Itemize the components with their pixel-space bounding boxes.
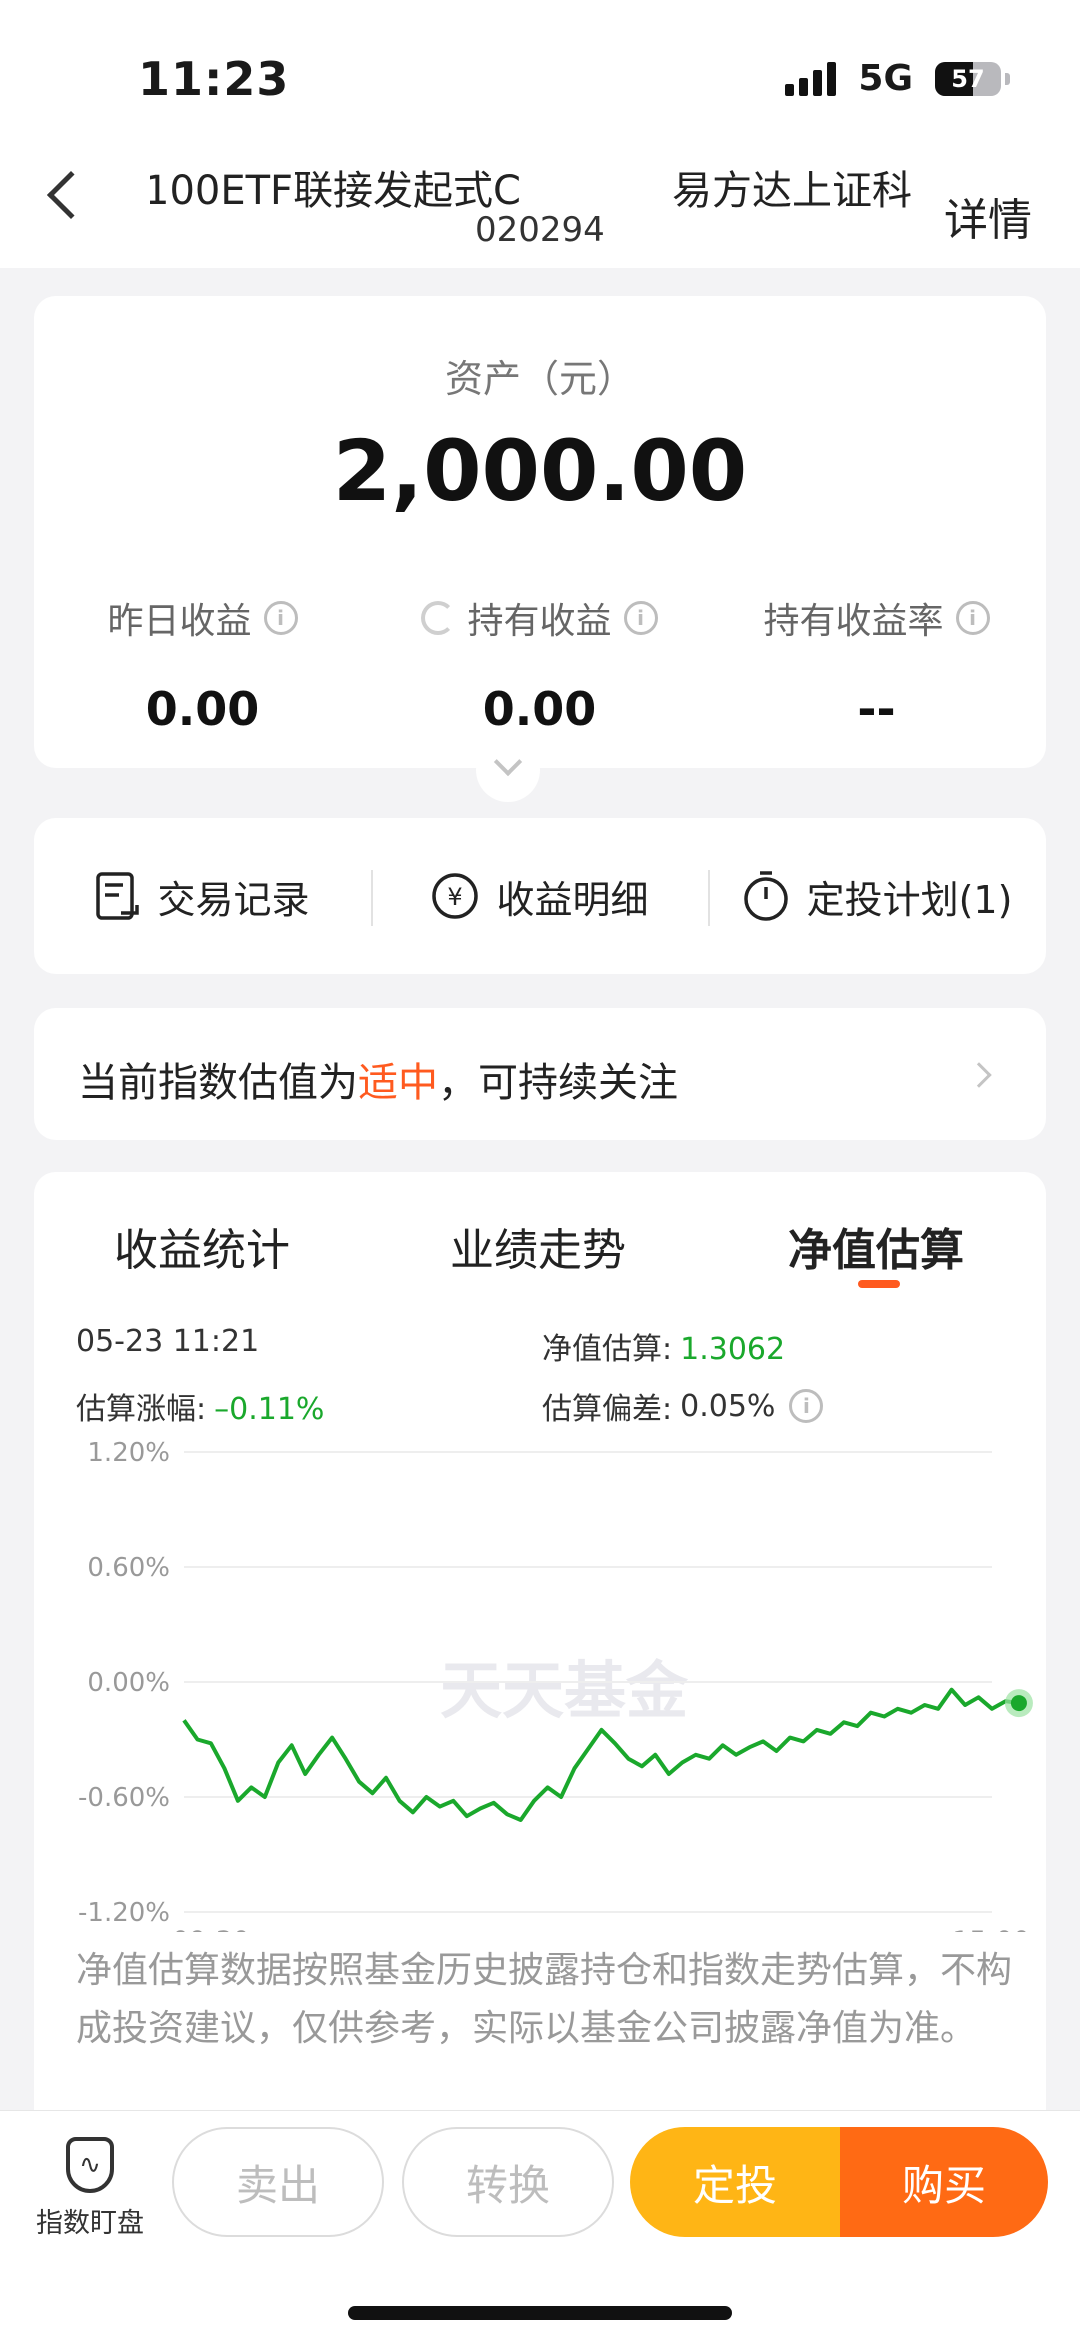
stopwatch-icon [743,871,788,921]
trade-records-button[interactable]: 交易记录 [34,818,371,974]
document-icon [96,872,140,920]
notice-highlight: 适中 [358,1060,438,1106]
intraday-chart: 天天基金 1.20% 0.60% 0.00% -0.60% -1.20%09:30 15:… [78,1438,1033,1932]
notice-suffix: ，可持续关注 [438,1060,678,1106]
metric-holding-rate-value: -- [857,682,896,736]
index-watch-button[interactable]: ∿ 指数盯盘 [30,2137,150,2240]
y-tick-label: -0.60% [78,1783,170,1813]
asset-label: 资产（元） [444,357,635,401]
yen-circle-icon: ¥ [432,873,479,919]
asset-value: 2,000.00 [332,422,748,520]
top-bar: 11:23 5G 57 100ETF联接发起式C 易方达上证科 020294 详… [0,0,1080,268]
valuation-notice[interactable]: 当前指数估值为适中，可持续关注 [34,1008,1046,1140]
metric-yesterday: 昨日收益 i 0.00 [34,592,371,736]
notice-prefix: 当前指数估值为 [78,1060,358,1106]
network-label: 5G [858,58,913,99]
chart-card: 收益统计 业绩走势 净值估算 05-23 11:21 净值估算: 1.3062 估… [34,1172,1046,2132]
current-point [1010,1695,1027,1712]
chevron-right-icon [966,1062,992,1088]
index-watch-label: 指数盯盘 [36,2208,144,2239]
home-indicator [348,2306,732,2320]
signal-icon [785,61,837,96]
trade-records-label: 交易记录 [157,877,310,922]
metric-holding-rate-label: 持有收益率 [763,601,944,642]
fund-code: 020294 [475,210,605,250]
auto-invest-button[interactable]: 定投 [630,2127,840,2237]
y-tick-label: 0.00% [87,1668,170,1698]
battery-icon: 57 [935,61,1001,96]
metric-holding-rate: 持有收益率 i -- [708,592,1045,736]
fund-title-primary: 100ETF联接发起式C [150,168,521,214]
detail-button[interactable]: 详情 [944,184,1032,248]
metric-yesterday-label: 昨日收益 [107,601,252,642]
convert-button[interactable]: 转换 [402,2127,614,2237]
info-icon[interactable]: i [955,601,990,635]
buy-button[interactable]: 购买 [840,2127,1048,2237]
income-detail-label: 收益明细 [496,877,649,922]
back-chevron-icon[interactable] [46,170,96,220]
y-tick-label: 0.60% [87,1553,170,1583]
action-row: 交易记录 ¥ 收益明细 定投计划(1) [34,818,1046,974]
income-detail-button[interactable]: ¥ 收益明细 [371,818,708,974]
info-icon[interactable]: i [263,601,298,635]
fund-title-marquee: 100ETF联接发起式C 易方达上证科 020294 [150,150,930,260]
refresh-icon[interactable] [421,601,456,635]
auto-invest-plan-label: 定投计划(1) [806,877,1013,922]
metric-holding-value: 0.00 [482,682,597,736]
y-tick-label: -1.20% [78,1898,170,1928]
notice-text: 当前指数估值为适中，可持续关注 [78,1050,678,1108]
x-tick-label: 15:00 [952,1926,1030,1932]
disclaimer-text: 净值估算数据按照基金历史披露持仓和指数走势估算，不构成投资建议，仅供参考，实际以… [76,1950,1013,2049]
expand-chevron-icon[interactable] [476,738,540,802]
sell-button[interactable]: 卖出 [172,2127,384,2237]
fund-title-secondary: 易方达上证科 [672,168,912,214]
status-icons: 5G 57 [785,58,1010,99]
y-tick-label: 1.20% [87,1438,170,1468]
shield-pulse-icon: ∿ [66,2137,114,2193]
primary-buttons: 定投 购买 [630,2127,1048,2237]
metric-holding-label: 持有收益 [467,601,612,642]
chart-watermark: 天天基金 [440,1654,689,1727]
auto-invest-plan-button[interactable]: 定投计划(1) [708,818,1045,974]
x-tick-label: 09:30 [172,1926,250,1932]
metric-holding: 持有收益 i 0.00 [371,592,708,736]
asset-card: 资产（元） 2,000.00 昨日收益 i 0.00 持有收益 i 0.00 持有收… [34,296,1046,768]
battery-tip [1005,72,1010,85]
metric-yesterday-value: 0.00 [145,682,260,736]
status-time: 11:23 [138,52,290,106]
svg-text:¥: ¥ [448,883,463,911]
battery-level: 57 [951,64,985,93]
info-icon[interactable]: i [623,601,658,635]
